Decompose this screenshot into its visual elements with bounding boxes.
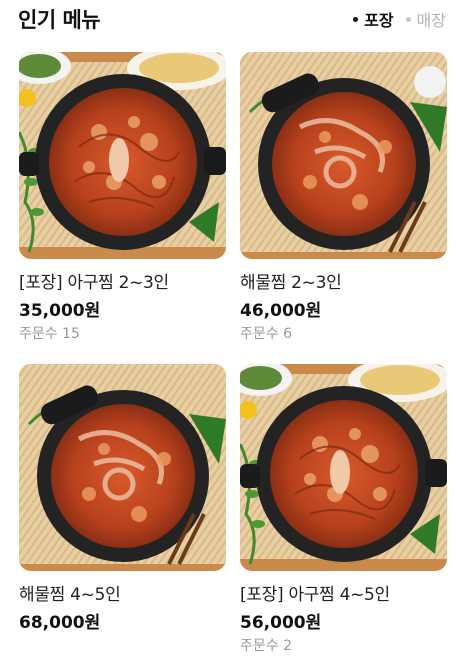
tab-takeout-label: 포장 bbox=[364, 11, 394, 30]
tab-dine-in-label: 매장 bbox=[416, 11, 446, 30]
inactive-dot-icon bbox=[405, 16, 411, 22]
menu-item-price: 56,000원 bbox=[240, 613, 322, 633]
menu-item-price: 46,000원 bbox=[240, 301, 322, 321]
section-title: 인기 메뉴 bbox=[18, 8, 101, 32]
tab-dine-in[interactable]: 매장 bbox=[405, 7, 446, 31]
order-type-tabs: 포장 매장 bbox=[353, 7, 446, 31]
active-dot-icon bbox=[353, 16, 359, 22]
menu-item-price: 68,000원 bbox=[19, 613, 101, 633]
menu-item-name: [포장] 아구찜 2~3인 bbox=[19, 273, 169, 293]
menu-item-order-count: 주문수 2 bbox=[240, 638, 292, 654]
menu-item-name: 해물찜 2~3인 bbox=[240, 273, 342, 293]
menu-item-name: [포장] 아구찜 4~5인 bbox=[240, 585, 390, 605]
header: 인기 메뉴 포장 매장 bbox=[0, 0, 466, 40]
menu-item-order-count: 주문수 15 bbox=[19, 326, 80, 342]
menu-card[interactable]: 해물찜 4~5인 68,000원 bbox=[19, 364, 226, 644]
menu-item-photo bbox=[240, 364, 447, 571]
menu-card[interactable]: [포장] 아구찜 4~5인 56,000원 주문수 2 bbox=[240, 364, 447, 664]
menu-card[interactable]: [포장] 아구찜 2~3인 35,000원 주문수 15 bbox=[19, 52, 226, 352]
menu-item-name: 해물찜 4~5인 bbox=[19, 585, 121, 605]
menu-item-order-count: 주문수 6 bbox=[240, 326, 292, 342]
menu-item-price: 35,000원 bbox=[19, 301, 101, 321]
menu-item-photo bbox=[19, 52, 226, 259]
menu-card[interactable]: 해물찜 2~3인 46,000원 주문수 6 bbox=[240, 52, 447, 352]
tab-takeout[interactable]: 포장 bbox=[353, 7, 394, 31]
menu-item-photo bbox=[240, 52, 447, 259]
menu-item-photo bbox=[19, 364, 226, 571]
